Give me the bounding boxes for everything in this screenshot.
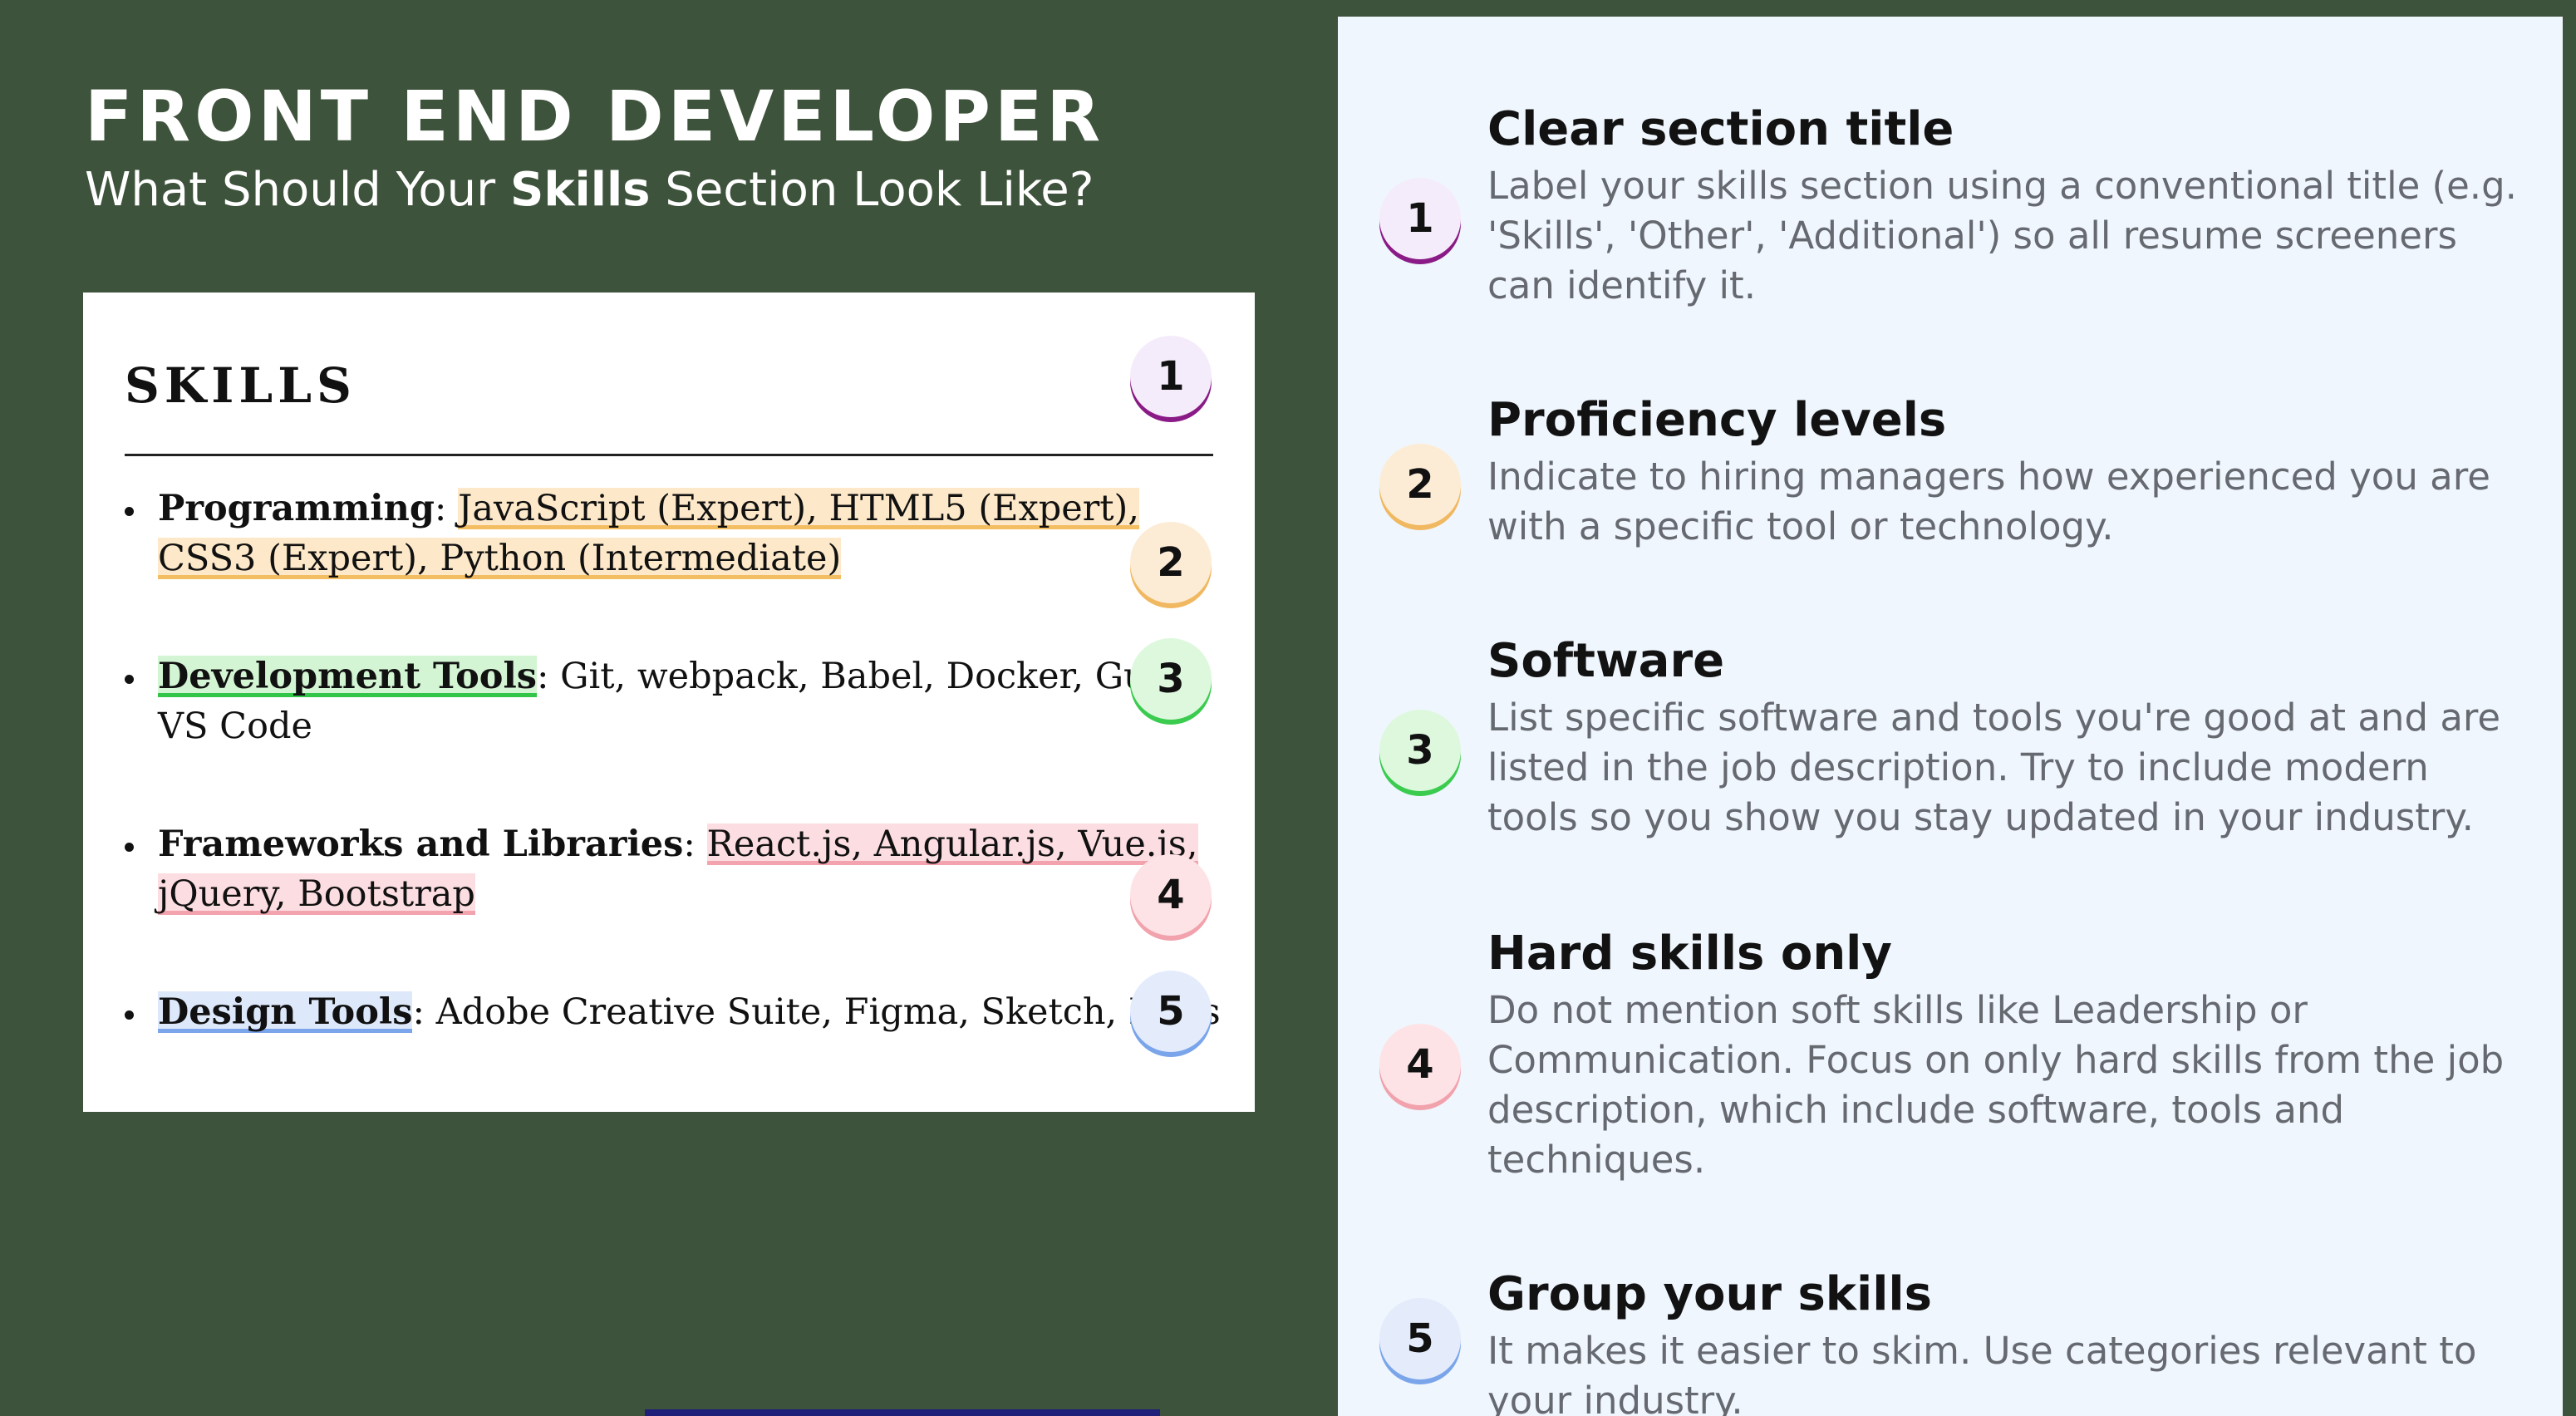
skill-category: Programming [158, 488, 435, 529]
tip-description: Do not mention soft skills like Leadersh… [1487, 988, 2505, 1182]
page-subtitle: What Should Your Skills Section Look Lik… [85, 160, 1104, 221]
resume-badge-4: 4 [1130, 854, 1212, 936]
skill-category: Development Tools [158, 656, 537, 697]
tip-title: Group your skills [1487, 1267, 1932, 1321]
skill-separator: : [683, 824, 707, 865]
tip-description: Indicate to hiring managers how experien… [1487, 455, 2490, 548]
subtitle-start: What Should Your [85, 163, 510, 217]
skill-item-frameworks: Frameworks and Libraries: React.js, Angu… [125, 819, 1222, 919]
skills-heading: SKILLS [125, 357, 356, 414]
tips-panel: 1 Clear section title Label your skills … [1338, 17, 2563, 1416]
resume-badge-3: 3 [1130, 638, 1212, 720]
bottom-accent-bar [645, 1409, 1160, 1416]
skill-item-programming: Programming: JavaScript (Expert), HTML5 … [125, 484, 1222, 583]
skill-category: Design Tools [158, 991, 413, 1033]
page-header: FRONT END DEVELOPER What Should Your Ski… [85, 75, 1104, 221]
resume-badge-1: 1 [1130, 336, 1212, 417]
skill-item-design-tools: Design Tools: Adobe Creative Suite, Figm… [125, 987, 1222, 1037]
tip-description: Label your skills section using a conven… [1487, 164, 2517, 307]
resume-badge-2: 2 [1130, 522, 1212, 603]
tip-badge-1: 1 [1379, 178, 1461, 259]
page-title: FRONT END DEVELOPER [85, 76, 1105, 157]
skill-separator: : [537, 656, 561, 697]
tip-badge-3: 3 [1379, 710, 1461, 791]
heading-divider [125, 454, 1213, 456]
resume-badge-5: 5 [1130, 971, 1212, 1052]
tip-title: Proficiency levels [1487, 393, 1947, 447]
skill-category: Frameworks and Libraries [158, 824, 684, 865]
tip-description: List specific software and tools you're … [1487, 696, 2501, 839]
skill-separator: : [434, 488, 459, 529]
tip-description: It makes it easier to skim. Use categori… [1487, 1329, 2477, 1416]
subtitle-emphasis: Skills [509, 163, 651, 217]
subtitle-end: Section Look Like? [650, 163, 1094, 217]
skill-separator: : [412, 991, 436, 1033]
tip-badge-5: 5 [1379, 1298, 1461, 1379]
tip-title: Clear section title [1487, 102, 1954, 156]
tip-badge-4: 4 [1379, 1024, 1461, 1105]
skill-values: Adobe Creative Suite, Figma, Sketch, InV… [435, 991, 1222, 1033]
tip-title: Software [1487, 634, 1725, 688]
skill-list: Programming: JavaScript (Expert), HTML5 … [125, 484, 1255, 1037]
tip-title: Hard skills only [1487, 927, 1892, 981]
tip-badge-2: 2 [1379, 444, 1461, 525]
resume-skills-card: SKILLS Programming: JavaScript (Expert),… [83, 293, 1255, 1112]
skill-item-development-tools: Development Tools: Git, webpack, Babel, … [125, 651, 1222, 751]
